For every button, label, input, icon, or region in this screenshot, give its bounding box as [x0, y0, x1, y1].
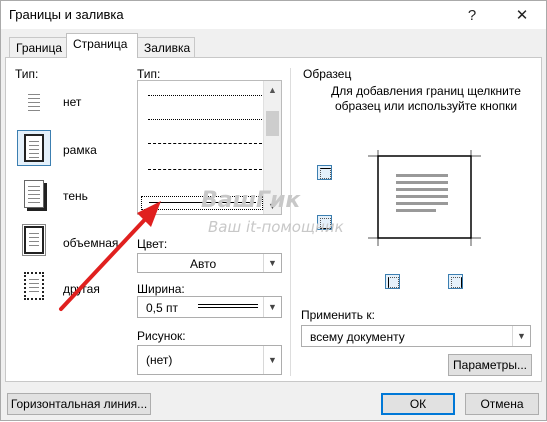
- apply-to-combobox[interactable]: всему документу ▼: [301, 325, 531, 347]
- options-button[interactable]: Параметры...: [448, 354, 532, 376]
- width-line-sample: [198, 307, 258, 308]
- line-style-item[interactable]: [148, 143, 262, 144]
- page-none-icon: [24, 88, 44, 116]
- horizontal-line-button[interactable]: Горизонтальная линия...: [7, 393, 151, 415]
- preview-label: Образец: [303, 67, 352, 81]
- width-value: 0,5 пт: [146, 301, 179, 315]
- setting-box-label: рамка: [63, 143, 97, 157]
- cancel-button[interactable]: Отмена: [465, 393, 539, 415]
- preview-hint: Для добавления границ щелкните образец и…: [331, 84, 521, 113]
- close-icon[interactable]: ✕: [507, 3, 537, 27]
- top-border-button[interactable]: [317, 165, 332, 180]
- setting-custom-button[interactable]: [17, 268, 51, 304]
- style-label: Тип:: [137, 67, 161, 81]
- setting-label: Тип:: [15, 67, 39, 81]
- color-label: Цвет:: [137, 237, 168, 251]
- borders-and-shading-dialog: Границы и заливка ? ✕ Граница Страница З…: [0, 0, 547, 421]
- right-border-button[interactable]: [448, 274, 463, 289]
- title-bar: Границы и заливка ? ✕: [1, 1, 546, 29]
- width-line-sample: [198, 304, 258, 305]
- art-value: (нет): [146, 353, 173, 367]
- chevron-down-icon[interactable]: ▼: [512, 326, 530, 346]
- setting-none-label: нет: [63, 95, 82, 109]
- ok-button[interactable]: ОК: [381, 393, 455, 415]
- art-label: Рисунок:: [137, 329, 186, 343]
- preview-area[interactable]: [306, 142, 486, 282]
- setting-3d-button[interactable]: [17, 222, 51, 258]
- tab-panel: Тип: нет рамка тень объемная другая Тип:…: [5, 57, 542, 382]
- page-box-icon: [24, 134, 44, 162]
- setting-shadow-label: тень: [63, 189, 88, 203]
- width-label: Ширина:: [137, 282, 185, 296]
- setting-none-button[interactable]: [17, 84, 51, 120]
- art-combobox[interactable]: (нет) ▼: [137, 345, 282, 375]
- watermark-tagline: Ваш it-помощник: [208, 218, 344, 236]
- setting-3d-label: объемная: [63, 236, 119, 250]
- apply-to-label: Применить к:: [301, 308, 375, 322]
- scroll-up-icon[interactable]: ▲: [264, 81, 281, 98]
- line-style-item[interactable]: [148, 95, 262, 96]
- apply-to-value: всему документу: [310, 330, 405, 344]
- color-combobox[interactable]: Авто ▼: [137, 253, 282, 273]
- tab-shading[interactable]: Заливка: [137, 37, 195, 57]
- dialog-title: Границы и заливка: [9, 7, 124, 22]
- width-combobox[interactable]: 0,5 пт ▼: [137, 296, 282, 318]
- chevron-down-icon[interactable]: ▼: [263, 346, 281, 374]
- setting-box-button[interactable]: [17, 130, 51, 166]
- tab-page-border[interactable]: Страница: [66, 33, 138, 58]
- line-style-item[interactable]: [148, 169, 262, 170]
- setting-custom-label: другая: [63, 282, 100, 296]
- tab-borders[interactable]: Граница: [9, 37, 67, 57]
- page-shadow-icon: [24, 180, 44, 208]
- line-style-item[interactable]: [148, 119, 262, 120]
- page-custom-icon: [24, 272, 44, 300]
- left-border-button[interactable]: [385, 274, 400, 289]
- setting-shadow-button[interactable]: [17, 176, 51, 212]
- chevron-down-icon[interactable]: ▼: [263, 297, 281, 317]
- chevron-down-icon[interactable]: ▼: [263, 254, 281, 272]
- scroll-thumb[interactable]: [266, 111, 279, 136]
- watermark-logo-text: ВашГик: [201, 188, 301, 213]
- color-value: Авто: [190, 257, 217, 271]
- help-icon[interactable]: ?: [457, 3, 487, 27]
- page-3d-icon: [22, 224, 46, 256]
